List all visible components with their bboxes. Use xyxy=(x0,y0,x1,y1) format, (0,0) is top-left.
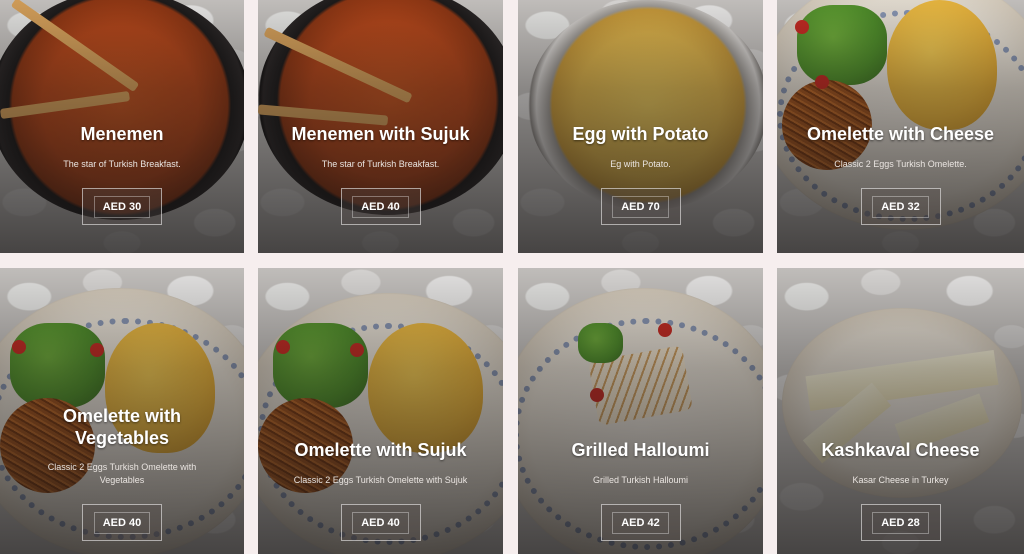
menu-card-grilled-halloumi[interactable]: Grilled Halloumi Grilled Turkish Halloum… xyxy=(518,268,763,554)
price-tag: AED 40 xyxy=(352,195,409,218)
price-button[interactable]: AED 70 xyxy=(600,188,681,225)
price-tag: AED 30 xyxy=(93,195,151,218)
price-tag: AED 70 xyxy=(612,195,669,218)
price-button[interactable]: AED 40 xyxy=(340,504,421,541)
item-description: Eg with Potato. xyxy=(610,159,671,169)
price-button[interactable]: AED 32 xyxy=(860,188,941,225)
item-description: Kasar Cheese in Turkey xyxy=(852,475,949,485)
item-description: The star of Turkish Breakfast. xyxy=(63,159,181,169)
menu-card-menemen[interactable]: Menemen The star of Turkish Breakfast. A… xyxy=(0,0,244,253)
item-name: Menemen with Sujuk xyxy=(291,124,470,144)
menu-card-menemen-with-sujuk[interactable]: Menemen with Sujuk The star of Turkish B… xyxy=(258,0,503,253)
price-tag: AED 32 xyxy=(872,195,929,218)
item-name: Egg with Potato xyxy=(572,124,709,144)
item-description: The star of Turkish Breakfast. xyxy=(321,159,440,169)
price-button[interactable]: AED 40 xyxy=(340,188,421,225)
price-tag: AED 40 xyxy=(93,511,151,534)
menu-card-kashkaval-cheese[interactable]: Kashkaval Cheese Kasar Cheese in Turkey … xyxy=(777,268,1024,554)
menu-card-omelette-with-sujuk[interactable]: Omelette with Sujuk Classic 2 Eggs Turki… xyxy=(258,268,503,554)
item-description: Classic 2 Eggs Turkish Omelette. xyxy=(834,159,967,169)
price-button[interactable]: AED 40 xyxy=(82,504,162,541)
item-name: Kashkaval Cheese xyxy=(821,440,980,460)
item-name: Menemen xyxy=(80,124,164,144)
price-tag: AED 42 xyxy=(612,511,669,534)
menu-card-omelette-with-cheese[interactable]: Omelette with Cheese Classic 2 Eggs Turk… xyxy=(777,0,1024,253)
item-description: Classic 2 Eggs Turkish Omelette with Suj… xyxy=(293,475,468,485)
item-description: Grilled Turkish Halloumi xyxy=(592,475,689,485)
menu-grid: Menemen The star of Turkish Breakfast. A… xyxy=(0,0,1024,554)
item-name: Grilled Halloumi xyxy=(571,440,710,460)
price-button[interactable]: AED 42 xyxy=(600,504,681,541)
price-tag: AED 40 xyxy=(352,511,409,534)
menu-card-omelette-with-vegetables[interactable]: Omelette with Vegetables Classic 2 Eggs … xyxy=(0,268,244,554)
price-button[interactable]: AED 28 xyxy=(860,504,941,541)
price-tag: AED 28 xyxy=(872,511,929,534)
item-name: Omelette with Vegetables xyxy=(62,406,182,448)
item-description: Classic 2 Eggs Turkish Omelette with Veg… xyxy=(47,462,197,485)
item-name: Omelette with Sujuk xyxy=(294,440,467,460)
item-name: Omelette with Cheese xyxy=(806,124,995,144)
price-button[interactable]: AED 30 xyxy=(82,188,162,225)
menu-card-egg-with-potato[interactable]: Egg with Potato Eg with Potato. AED 70 xyxy=(518,0,763,253)
